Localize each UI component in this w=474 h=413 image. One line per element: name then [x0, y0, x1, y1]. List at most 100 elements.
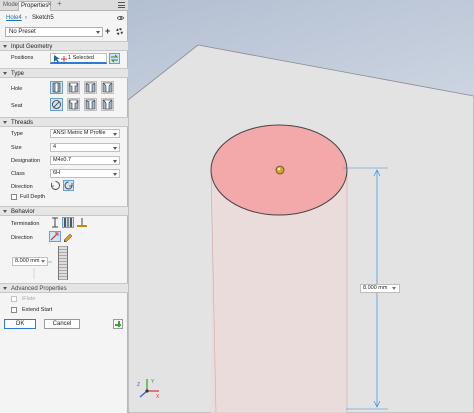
seat-option-button[interactable] [84, 98, 97, 111]
thread-size-dropdown[interactable]: 4 [50, 143, 120, 152]
breadcrumb-hole4[interactable]: Hole4 [6, 15, 22, 21]
gear-icon[interactable] [116, 28, 123, 35]
tab-add-button[interactable]: + [57, 0, 62, 8]
class-label: Class [11, 171, 25, 177]
pencil-button[interactable] [62, 231, 74, 243]
section-type[interactable]: Type [0, 68, 128, 78]
extend-start-label: Extend Start [22, 307, 53, 313]
chevron-down-icon [96, 31, 100, 34]
seat-label: Seat [11, 103, 23, 109]
cursor-icon [54, 55, 67, 63]
eye-icon[interactable] [117, 16, 124, 20]
counterbore-icon [68, 82, 79, 93]
chevron-down-icon [3, 121, 7, 124]
chevron-down-icon [113, 173, 117, 176]
preset-dropdown[interactable]: No Preset [5, 27, 103, 37]
section-input-geometry[interactable]: Input Geometry [0, 41, 128, 51]
chevron-down-icon [3, 287, 7, 290]
chevron-down-icon [113, 147, 117, 150]
thread-direction-left-icon [64, 181, 73, 190]
breadcrumb-separator: › [25, 15, 27, 21]
sketch-point-icon [275, 165, 285, 175]
simple-hole-button[interactable] [50, 81, 63, 94]
thread-direction-label: Direction [11, 184, 33, 190]
breadcrumb-current: Sketch5 [32, 15, 54, 21]
swap-button[interactable] [109, 53, 120, 64]
through-termination-button[interactable] [62, 217, 74, 228]
section-title: Advanced Properties [11, 286, 67, 292]
class-dropdown[interactable]: 6H [50, 169, 120, 178]
depth-input[interactable]: 8.000 mm [12, 257, 48, 266]
section-title: Threads [11, 120, 34, 126]
hole-label: Hole [11, 86, 23, 92]
no-seat-icon [52, 100, 61, 109]
class-value: 6H [53, 170, 61, 176]
spotface-button[interactable] [84, 81, 97, 94]
section-threads[interactable]: Threads [0, 117, 128, 127]
positions-selector[interactable]: 1 Selected [50, 53, 107, 64]
add-preset-plus-icon[interactable]: + [105, 27, 110, 36]
countersink-button[interactable] [101, 81, 114, 94]
sketch-point-highlight [277, 167, 281, 171]
spotface-icon [85, 99, 96, 110]
ok-button[interactable]: OK [4, 319, 36, 329]
tab-close-icon[interactable]: ✕ [47, 1, 52, 8]
seat-option-button[interactable] [67, 98, 80, 111]
full-depth-checkbox[interactable] [11, 194, 17, 200]
section-behavior[interactable]: Behavior [0, 206, 128, 216]
dimension-value-label[interactable]: 8.000 mm [360, 284, 400, 293]
chevron-down-icon [113, 133, 117, 136]
section-title: Input Geometry [11, 44, 53, 50]
iflate-checkbox[interactable] [11, 296, 17, 302]
depth-value: 8.000 mm [15, 258, 40, 264]
positions-label: Positions [11, 55, 34, 61]
hole-depth-diagram-thread [58, 246, 68, 280]
chevron-down-icon [41, 260, 45, 263]
termination-label: Termination [11, 221, 40, 227]
designation-label: Designation [11, 158, 41, 164]
thread-right-hand-button[interactable] [50, 180, 61, 191]
spotface-icon [85, 82, 96, 93]
counterbore-icon [68, 99, 79, 110]
swap-icon [110, 54, 119, 63]
countersink-icon [102, 99, 113, 110]
svg-text:Z: Z [137, 382, 140, 388]
designation-dropdown[interactable]: M4x0.7 [50, 156, 120, 165]
positions-value: 1 Selected [68, 55, 94, 61]
behavior-direction-label: Direction [11, 235, 33, 241]
cancel-button[interactable]: Cancel [44, 319, 80, 329]
no-seat-button[interactable] [50, 98, 63, 111]
thread-type-dropdown[interactable]: ANSI Metric M Profile [50, 129, 120, 138]
pencil-icon [63, 233, 73, 243]
chevron-down-icon [3, 45, 7, 48]
distance-termination-icon [52, 217, 58, 228]
menu-icon[interactable] [118, 2, 125, 8]
seat-option-button[interactable] [101, 98, 114, 111]
chevron-down-icon [3, 72, 7, 75]
chevron-down-icon [113, 160, 117, 163]
section-title: Type [11, 71, 25, 77]
section-advanced-properties[interactable]: Advanced Properties [0, 283, 128, 293]
extend-start-checkbox[interactable] [11, 307, 17, 313]
full-depth-label: Full Depth [20, 194, 46, 200]
to-termination-button[interactable] [76, 217, 88, 228]
graphics-viewport[interactable]: Z Y X [127, 0, 474, 413]
distance-termination-button[interactable] [49, 217, 61, 228]
app-window: Model Properties ✕ + Hole4 › Sketch5 No … [0, 0, 474, 413]
apply-new-button[interactable] [113, 319, 123, 329]
counterbore-button[interactable] [67, 81, 80, 94]
thread-left-hand-button[interactable] [63, 180, 74, 191]
thread-type-label: Type [11, 131, 23, 137]
preset-value: No Preset [9, 29, 36, 35]
thread-type-value: ANSI Metric M Profile [53, 130, 106, 136]
chevron-down-icon [3, 210, 7, 213]
simple-hole-icon [52, 82, 61, 93]
flip-direction-button[interactable] [49, 231, 61, 242]
countersink-icon [102, 82, 113, 93]
thread-size-label: Size [11, 145, 22, 151]
model-canvas[interactable]: Z Y X [127, 0, 474, 413]
thread-size-value: 4 [53, 144, 57, 150]
flip-direction-icon [50, 232, 59, 241]
panel-tabs: Model Properties ✕ + [0, 0, 128, 11]
designation-value: M4x0.7 [53, 157, 72, 163]
